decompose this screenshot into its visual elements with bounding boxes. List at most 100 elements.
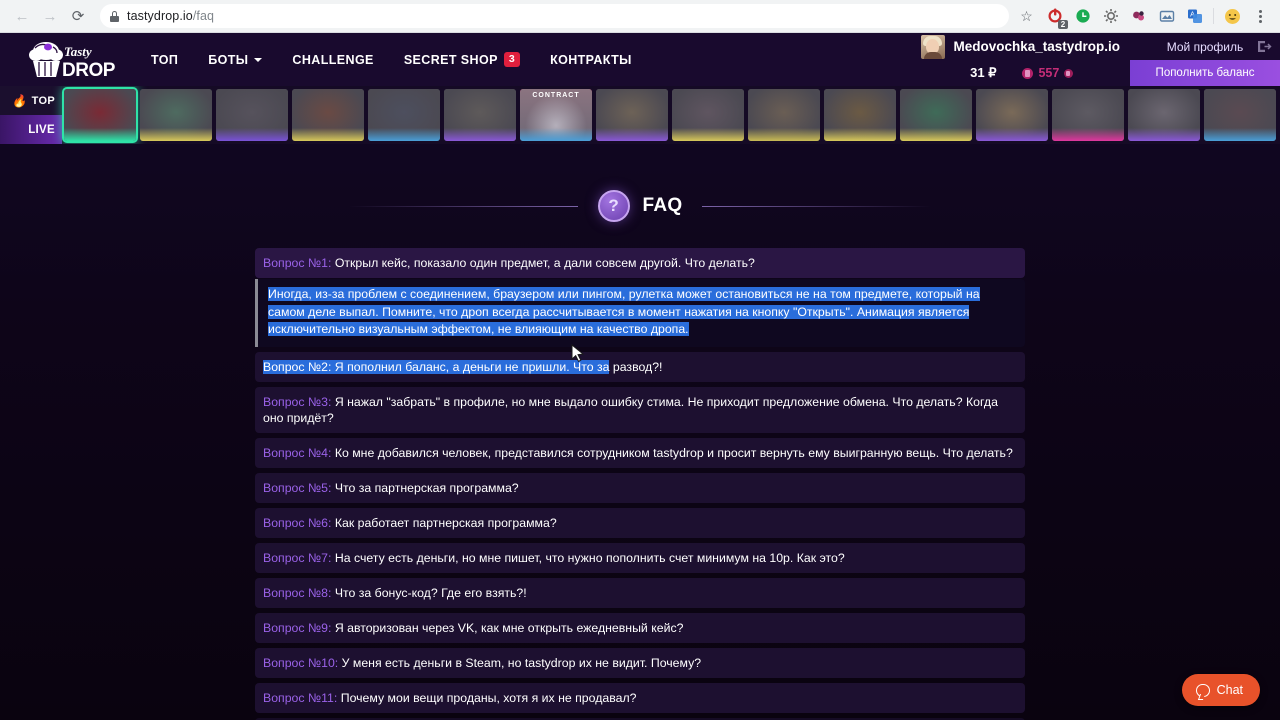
reload-icon[interactable]: ⟳ xyxy=(64,2,92,30)
nav-secret-shop[interactable]: SECRET SHOP 3 xyxy=(389,33,535,86)
translate-extension-icon[interactable]: A xyxy=(1185,7,1204,26)
faq-question-row[interactable]: Вопрос №7: На счету есть деньги, но мне … xyxy=(255,542,1025,573)
nav-contracts[interactable]: КОНТРАКТЫ xyxy=(535,33,647,86)
faq-question-row[interactable]: Вопрос №3: Я нажал "забрать" в профиле, … xyxy=(255,386,1025,433)
drop-tab-top-label: TOP xyxy=(31,94,55,107)
logout-icon[interactable] xyxy=(1255,38,1272,55)
settings-extension-icon[interactable] xyxy=(1101,7,1120,26)
faq-question-text: Что за бонус-код? Где его взять?! xyxy=(334,585,527,600)
drop-rarity-glow xyxy=(1204,128,1276,141)
faq-question-row[interactable]: Вопрос №6: Как работает партнерская прог… xyxy=(255,507,1025,538)
faq-item: Вопрос №6: Как работает партнерская прог… xyxy=(255,507,1025,538)
nav-top-label: ТОП xyxy=(151,52,179,67)
faq-question-row[interactable]: Вопрос №8: Что за бонус-код? Где его взя… xyxy=(255,577,1025,608)
faq-question-text: Открыл кейс, показало один предмет, а да… xyxy=(334,256,755,270)
page-title: FAQ xyxy=(642,195,683,216)
faq-question-number: Вопрос №9: xyxy=(263,620,335,635)
drop-card-14[interactable] xyxy=(1052,89,1124,141)
faq-item: Вопрос №1: Открыл кейс, показало один пр… xyxy=(255,248,1025,347)
faq-question-row[interactable]: Вопрос №1: Открыл кейс, показало один пр… xyxy=(255,248,1025,278)
nav-bots-label: БОТЫ xyxy=(208,52,249,67)
faq-question-number: Вопрос №7: xyxy=(263,550,335,565)
drop-rarity-glow xyxy=(216,128,288,141)
faq-question-row[interactable]: Вопрос №2: Я пополнил баланс, а деньги н… xyxy=(255,351,1025,382)
cupcake-logo-icon[interactable]: Tasty DROP xyxy=(22,38,122,82)
drop-card-16[interactable] xyxy=(1204,89,1276,141)
drop-card-7[interactable]: CONTRACT xyxy=(520,89,592,141)
faq-question-text: Что за партнерская программа? xyxy=(334,480,519,495)
drop-card-5[interactable] xyxy=(368,89,440,141)
faq-question-row[interactable]: Вопрос №5: Что за партнерская программа? xyxy=(255,472,1025,503)
faq-question-number: Вопрос №11: xyxy=(263,690,341,705)
faq-item: Вопрос №7: На счету есть деньги, но мне … xyxy=(255,542,1025,573)
user-actions: Мой профиль Пополнить баланс xyxy=(1130,33,1280,86)
drop-card-15[interactable] xyxy=(1128,89,1200,141)
adblock-extension-icon[interactable]: 2 xyxy=(1045,7,1068,29)
drop-tab-top[interactable]: 🔥 TOP xyxy=(0,86,62,115)
faq-question-number: Вопрос №1: xyxy=(263,256,335,270)
faq-question-number: Вопрос №6: xyxy=(263,515,335,530)
drop-rarity-glow xyxy=(900,128,972,141)
faq-item: Вопрос №11: Почему мои вещи проданы, хот… xyxy=(255,682,1025,713)
screenshot-extension-icon[interactable] xyxy=(1157,7,1176,26)
faq-answer: Иногда, из-за проблем с соединением, бра… xyxy=(255,279,1025,347)
topup-balance-label: Пополнить баланс xyxy=(1155,67,1255,79)
chat-button[interactable]: Chat xyxy=(1181,674,1260,706)
faq-question-row[interactable]: Вопрос №11: Почему мои вещи проданы, хот… xyxy=(255,682,1025,713)
drop-card-13[interactable] xyxy=(976,89,1048,141)
faq-question-row[interactable]: Вопрос №10: У меня есть деньги в Steam, … xyxy=(255,647,1025,678)
three-dot-menu-icon[interactable] xyxy=(1251,7,1270,26)
faq-item: Вопрос №3: Я нажал "забрать" в профиле, … xyxy=(255,386,1025,433)
user-profile-avatar-icon[interactable] xyxy=(1223,7,1242,26)
divider-left xyxy=(347,205,578,207)
drop-rarity-glow xyxy=(368,128,440,141)
user-info: Medovochka_tastydrop.io 31 ₽ 557 xyxy=(921,33,1130,86)
drop-rarity-glow xyxy=(444,128,516,141)
main-content: ? FAQ Вопрос №1: Открыл кейс, показало о… xyxy=(0,144,1280,720)
drop-card-3[interactable] xyxy=(216,89,288,141)
nav-top[interactable]: ТОП xyxy=(136,33,193,86)
drop-rarity-glow xyxy=(1052,128,1124,141)
drop-card-8[interactable] xyxy=(596,89,668,141)
faq-question-text: На счету есть деньги, но мне пишет, что … xyxy=(334,550,845,565)
drop-card-6[interactable] xyxy=(444,89,516,141)
browser-toolbar: ← → ⟳ tastydrop.io/faq ☆ 2 A xyxy=(0,0,1280,33)
faq-question-number: Вопрос №4: xyxy=(263,445,335,460)
bookmark-star-icon[interactable]: ☆ xyxy=(1017,7,1036,26)
drop-card-1[interactable] xyxy=(64,89,136,141)
green-circle-extension-icon[interactable] xyxy=(1073,7,1092,26)
address-bar[interactable]: tastydrop.io/faq xyxy=(100,4,1009,28)
faq-question-number: Вопрос №3: xyxy=(263,394,335,409)
chat-bubble-icon xyxy=(1195,683,1210,697)
faq-question-row[interactable]: Вопрос №4: Ко мне добавился человек, пре… xyxy=(255,437,1025,468)
profile-row: Мой профиль xyxy=(1130,33,1280,60)
browser-extension-bar: ☆ 2 A xyxy=(1017,7,1272,29)
avatar[interactable] xyxy=(921,34,946,59)
topup-balance-button[interactable]: Пополнить баланс xyxy=(1130,60,1280,86)
colorpicker-extension-icon[interactable] xyxy=(1129,7,1148,26)
forward-arrow-icon[interactable]: → xyxy=(36,2,64,30)
chat-button-label: Chat xyxy=(1216,683,1243,697)
back-arrow-icon[interactable]: ← xyxy=(8,2,36,30)
drop-card-11[interactable] xyxy=(824,89,896,141)
drop-card-12[interactable] xyxy=(900,89,972,141)
nav-challenge[interactable]: CHALLENGE xyxy=(277,33,388,86)
nav-bots[interactable]: БОТЫ xyxy=(193,33,277,86)
main-navigation: ТОП БОТЫ CHALLENGE SECRET SHOP 3 КОНТРАК… xyxy=(136,33,647,86)
drop-rarity-glow xyxy=(824,128,896,141)
chevron-down-icon xyxy=(254,57,263,62)
extension-badge-count: 2 xyxy=(1058,19,1068,29)
url-text: tastydrop.io/faq xyxy=(127,9,215,23)
svg-text:DROP: DROP xyxy=(62,60,116,81)
my-profile-link[interactable]: Мой профиль xyxy=(1167,40,1244,54)
drop-card-9[interactable] xyxy=(672,89,744,141)
secret-shop-badge: 3 xyxy=(503,52,521,67)
drop-tab-live-label: LIVE xyxy=(28,123,55,136)
faq-question-row[interactable]: Вопрос №9: Я авторизован через VK, как м… xyxy=(255,612,1025,643)
drop-rarity-glow xyxy=(672,128,744,141)
drop-card-2[interactable] xyxy=(140,89,212,141)
nav-contracts-label: КОНТРАКТЫ xyxy=(550,52,632,67)
drop-tab-live[interactable]: LIVE xyxy=(0,115,62,144)
drop-card-10[interactable] xyxy=(748,89,820,141)
drop-card-4[interactable] xyxy=(292,89,364,141)
